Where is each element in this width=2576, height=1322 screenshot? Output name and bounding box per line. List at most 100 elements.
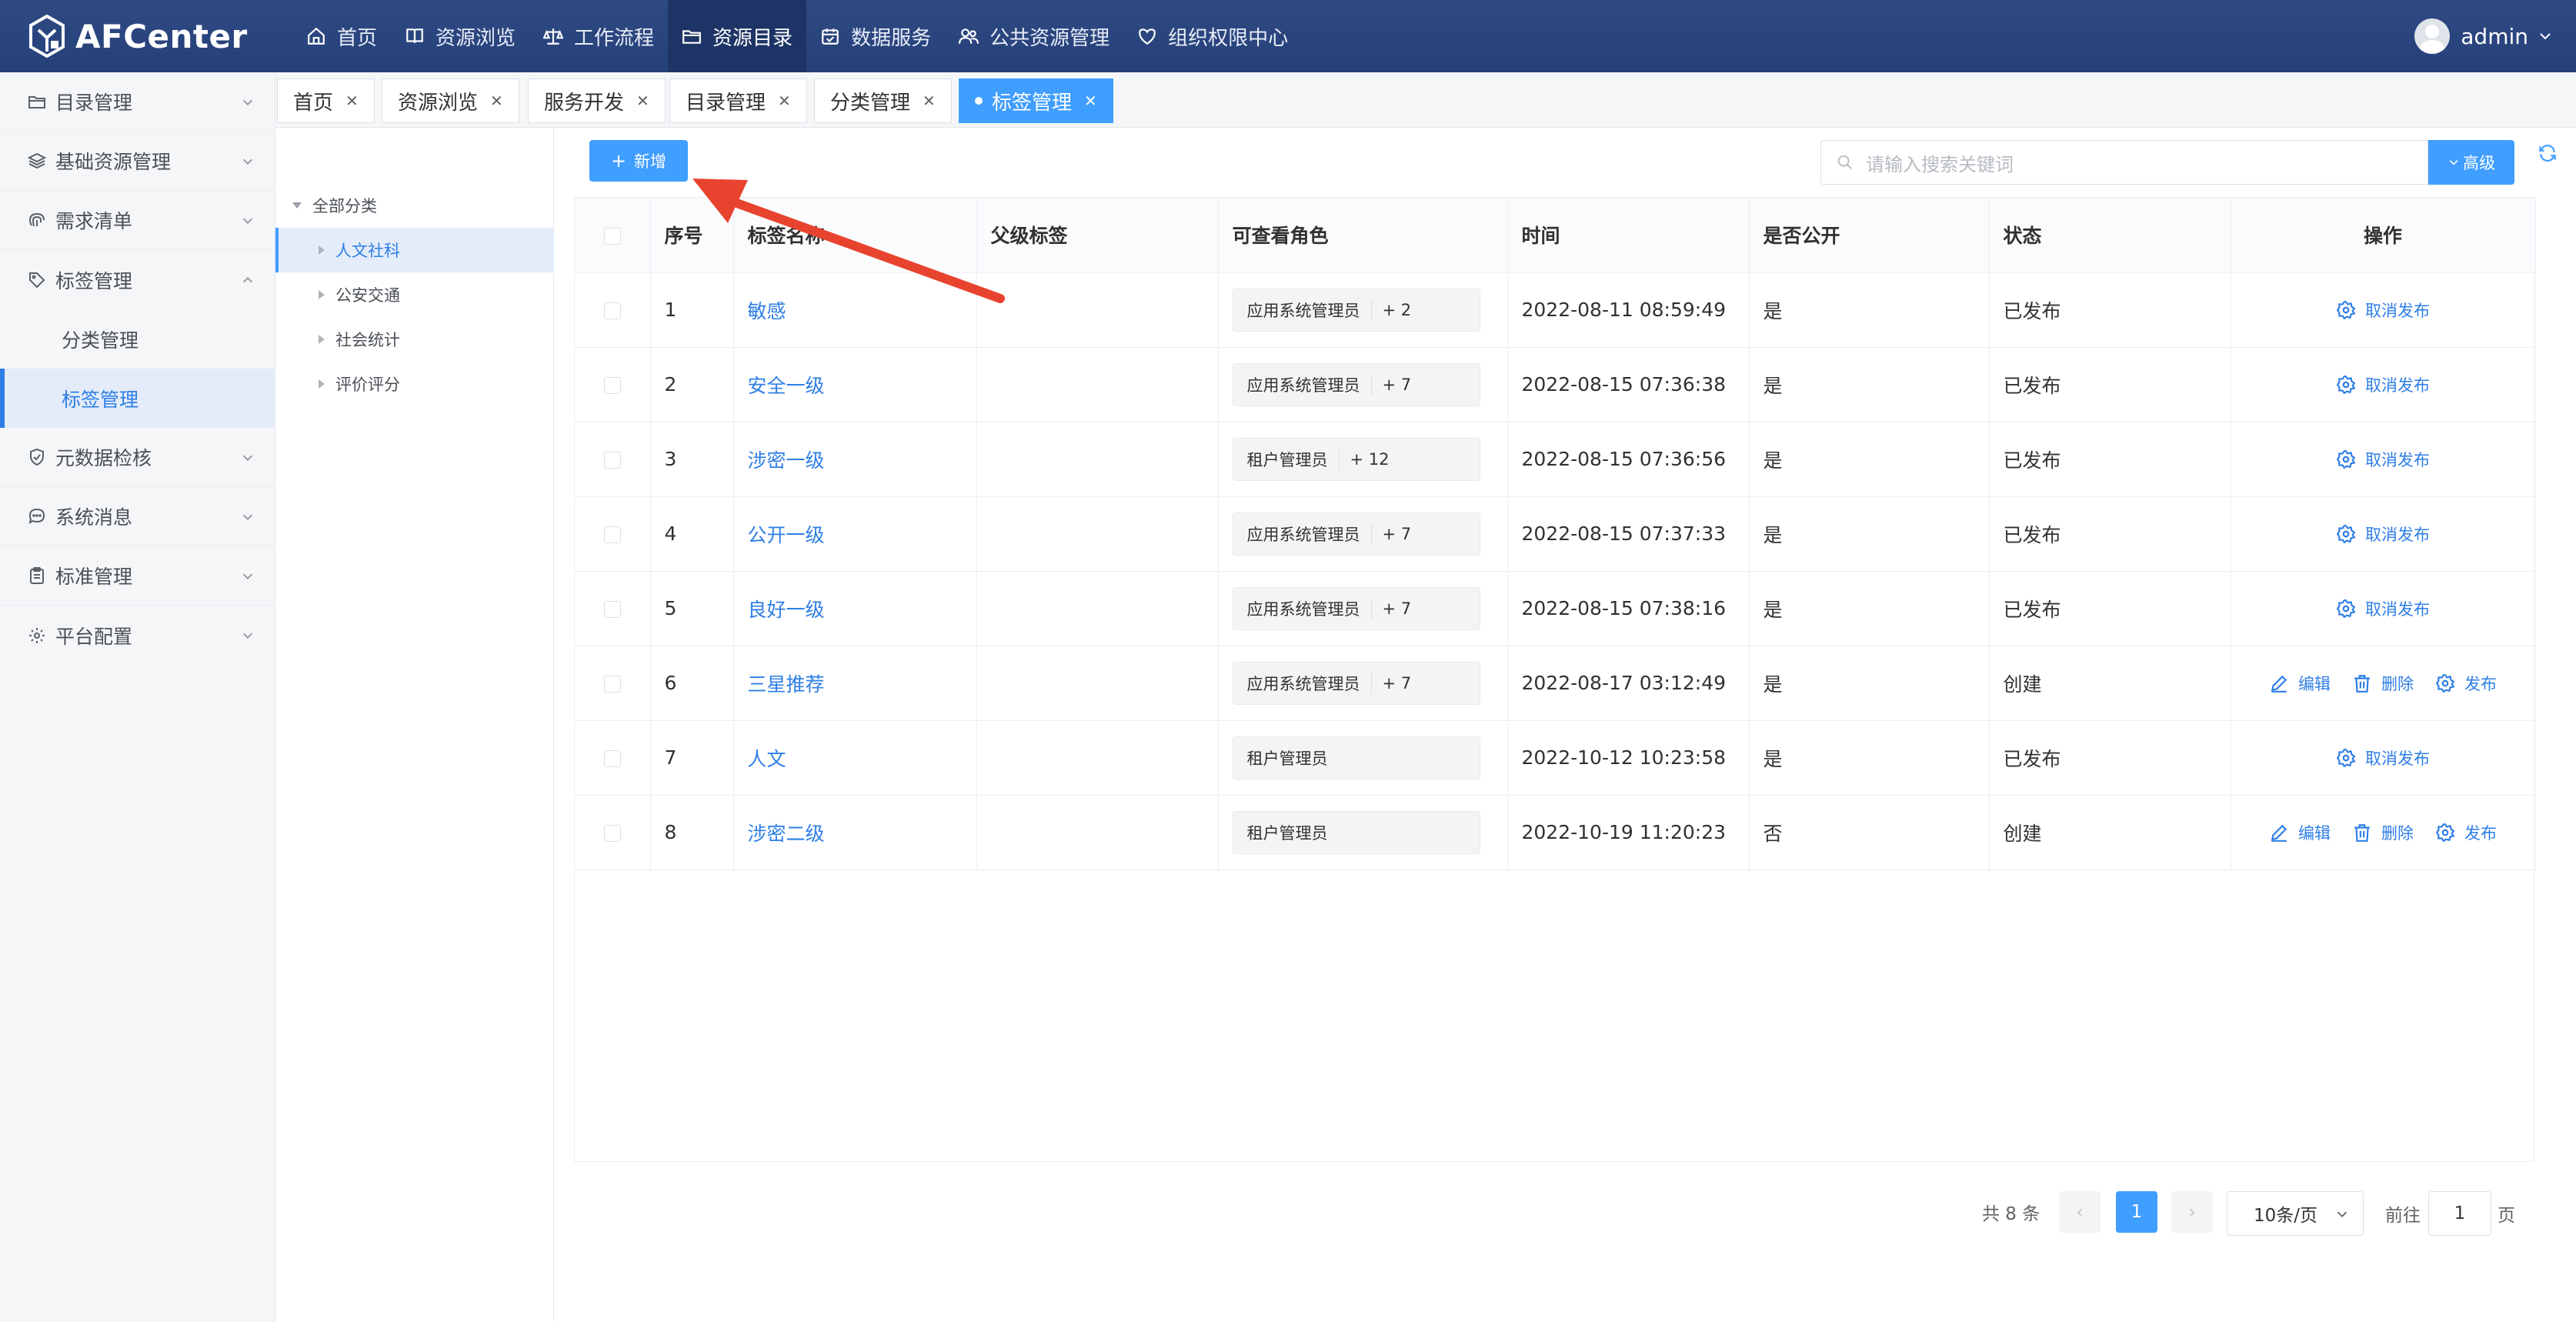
- sidebar-item-basic-resource[interactable]: 基础资源管理: [0, 132, 275, 191]
- row-checkbox[interactable]: [575, 720, 651, 796]
- publish-button[interactable]: 发布: [2435, 821, 2497, 844]
- public-cell: 是: [1749, 272, 1990, 348]
- unpublish-button[interactable]: 取消发布: [2336, 299, 2430, 322]
- sidebar-subitem-category-manage[interactable]: 分类管理: [0, 309, 275, 369]
- search-input[interactable]: 请输入搜索关键词: [1820, 140, 2428, 185]
- op-label: 取消发布: [2365, 450, 2430, 469]
- topnav-label: 资源目录: [712, 26, 793, 50]
- tag-name-link[interactable]: 安全一级: [733, 347, 977, 422]
- row-checkbox[interactable]: [575, 646, 651, 721]
- refresh-icon[interactable]: [2538, 143, 2558, 163]
- user-menu[interactable]: admin: [2414, 0, 2553, 72]
- tree-node-humanities[interactable]: 人文社科: [275, 228, 554, 272]
- op-label: 取消发布: [2365, 376, 2430, 395]
- topnav-resource-catalog[interactable]: 资源目录: [668, 0, 807, 72]
- layers-icon: [28, 152, 46, 169]
- tag-name-link[interactable]: 涉密二级: [733, 795, 977, 870]
- tag-name-link[interactable]: 敏感: [733, 272, 977, 348]
- tree-node-rating[interactable]: 评价评分: [275, 362, 554, 406]
- close-icon[interactable]: ✕: [490, 92, 503, 110]
- edit-button[interactable]: 编辑: [2269, 672, 2331, 695]
- row-checkbox[interactable]: [575, 795, 651, 870]
- topnav-workflow[interactable]: 工作流程: [529, 0, 668, 72]
- close-icon[interactable]: ✕: [778, 92, 791, 110]
- tag-name-link[interactable]: 涉密一级: [733, 422, 977, 497]
- sidebar-item-standard[interactable]: 标准管理: [0, 546, 275, 606]
- row-checkbox[interactable]: [575, 571, 651, 646]
- prev-page-button[interactable]: ‹: [2059, 1191, 2101, 1233]
- edit-button[interactable]: 编辑: [2269, 821, 2331, 844]
- publish-button[interactable]: 发布: [2435, 672, 2497, 695]
- caret-right-icon[interactable]: [319, 379, 325, 389]
- goto-page-input[interactable]: 1: [2428, 1191, 2491, 1236]
- role-more-count[interactable]: + 2: [1370, 299, 1411, 321]
- row-checkbox[interactable]: [575, 347, 651, 422]
- time-cell: 2022-08-15 07:38:16: [1507, 571, 1750, 646]
- sidebar-item-system-message[interactable]: 系统消息: [0, 487, 275, 546]
- role-more-count[interactable]: + 7: [1370, 522, 1411, 545]
- tab-home[interactable]: 首页 ✕: [277, 78, 375, 123]
- parent-tag: [976, 347, 1219, 422]
- advanced-search-button[interactable]: 高级: [2428, 140, 2514, 185]
- tag-name-link[interactable]: 三星推荐: [733, 646, 977, 721]
- caret-down-icon[interactable]: [292, 202, 302, 209]
- topnav-public-resource[interactable]: 公共资源管理: [945, 0, 1123, 72]
- caret-right-icon[interactable]: [319, 245, 325, 255]
- delete-button[interactable]: 删除: [2352, 821, 2414, 844]
- sidebar-item-tags[interactable]: 标签管理: [0, 250, 275, 309]
- role-more-count[interactable]: + 7: [1370, 597, 1411, 619]
- topnav-data-service[interactable]: 数据服务: [806, 0, 945, 72]
- sidebar-item-platform-config[interactable]: 平台配置: [0, 606, 275, 665]
- role-more-count[interactable]: + 7: [1370, 373, 1411, 396]
- tree-node-social-stats[interactable]: 社会统计: [275, 317, 554, 362]
- unpublish-button[interactable]: 取消发布: [2336, 597, 2430, 620]
- close-icon[interactable]: ✕: [345, 92, 359, 110]
- topnav-home[interactable]: 首页: [292, 0, 391, 72]
- tag-name-link[interactable]: 人文: [733, 720, 977, 796]
- tree-node-root[interactable]: 全部分类: [275, 183, 554, 228]
- tab-service-dev[interactable]: 服务开发 ✕: [528, 78, 666, 123]
- role-more-count[interactable]: + 7: [1370, 672, 1411, 694]
- unpublish-button[interactable]: 取消发布: [2336, 522, 2430, 546]
- app-logo[interactable]: AFCenter: [28, 14, 248, 58]
- status-cell: 已发布: [1989, 571, 2231, 646]
- app-title: AFCenter: [75, 17, 248, 55]
- add-button[interactable]: + 新增: [589, 140, 688, 182]
- parent-tag: [976, 571, 1219, 646]
- topnav-label: 组织权限中心: [1168, 26, 1289, 50]
- unpublish-button[interactable]: 取消发布: [2336, 448, 2430, 471]
- caret-right-icon[interactable]: [319, 335, 325, 344]
- close-icon[interactable]: ✕: [923, 92, 936, 110]
- shield-check-icon: [30, 448, 44, 466]
- tree-node-public-security[interactable]: 公安交通: [275, 272, 554, 317]
- tab-category-manage[interactable]: 分类管理 ✕: [814, 78, 952, 123]
- sidebar-item-metadata-check[interactable]: 元数据检核: [0, 428, 275, 487]
- topnav-org-permission[interactable]: 组织权限中心: [1123, 0, 1302, 72]
- next-page-button[interactable]: ›: [2171, 1191, 2213, 1233]
- sidebar-subitem-tag-manage[interactable]: 标签管理: [0, 369, 275, 428]
- topnav-resource-browse[interactable]: 资源浏览: [391, 0, 529, 72]
- sidebar-item-catalog[interactable]: 目录管理: [0, 72, 275, 132]
- gear-icon: [2336, 599, 2356, 618]
- row-checkbox[interactable]: [575, 422, 651, 497]
- tab-catalog-manage[interactable]: 目录管理 ✕: [669, 78, 807, 123]
- delete-button[interactable]: 删除: [2352, 672, 2414, 695]
- row-checkbox[interactable]: [575, 272, 651, 348]
- role-more-count[interactable]: + 12: [1338, 448, 1390, 470]
- tab-tag-manage[interactable]: 标签管理 ✕: [959, 78, 1113, 123]
- caret-right-icon[interactable]: [319, 290, 325, 299]
- sidebar-item-requirements[interactable]: 需求清单: [0, 191, 275, 250]
- chevron-down-icon: [2449, 160, 2458, 165]
- page-number-button[interactable]: 1: [2116, 1191, 2157, 1233]
- tag-name-link[interactable]: 良好一级: [733, 571, 977, 646]
- select-all-checkbox[interactable]: [575, 198, 651, 273]
- row-checkbox[interactable]: [575, 496, 651, 572]
- tag-name-link[interactable]: 公开一级: [733, 496, 977, 572]
- unpublish-button[interactable]: 取消发布: [2336, 373, 2430, 396]
- tab-resource-browse[interactable]: 资源浏览 ✕: [382, 78, 519, 123]
- close-icon[interactable]: ✕: [1084, 92, 1097, 110]
- page-size-select[interactable]: 10条/页: [2227, 1191, 2364, 1236]
- unpublish-button[interactable]: 取消发布: [2336, 746, 2430, 769]
- tab-label: 目录管理: [686, 91, 766, 115]
- close-icon[interactable]: ✕: [636, 92, 649, 110]
